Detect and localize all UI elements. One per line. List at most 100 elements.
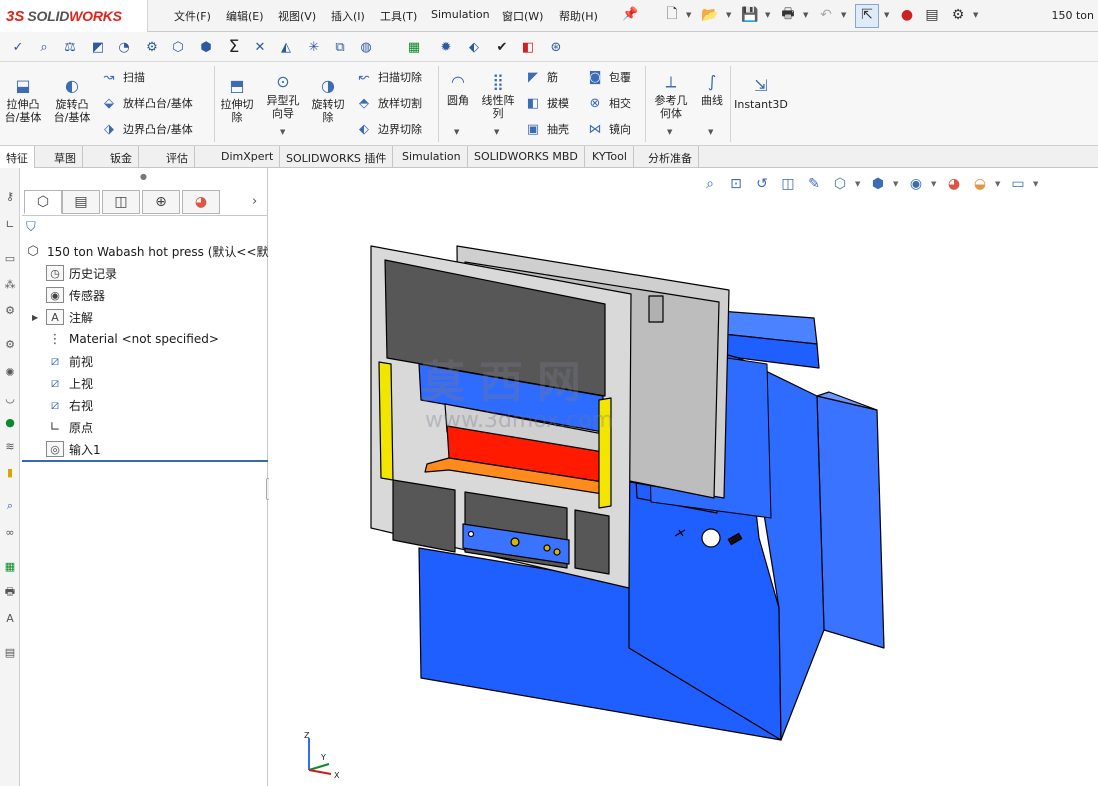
spring-icon[interactable]: ≋ xyxy=(2,438,18,454)
panel-grip-icon[interactable]: ● xyxy=(140,172,147,181)
key-icon[interactable]: ⚷ xyxy=(2,188,18,204)
strip-button[interactable] xyxy=(553,548,561,556)
mass-properties-icon[interactable]: ⚖ xyxy=(60,37,80,57)
tab-6[interactable]: Simulation xyxy=(396,146,468,168)
tree-item-sensors[interactable]: ◉ 传感器 xyxy=(46,284,105,306)
reference-geometry-button[interactable]: ⟂ 参考几 何体 xyxy=(649,70,693,120)
tree-item-material[interactable]: ⋮ Material <not specified> xyxy=(46,328,219,350)
expand-arrow-icon[interactable]: ▶ xyxy=(32,313,38,322)
mirror-button[interactable]: ⋈ 镜向 xyxy=(586,119,632,139)
compare-icon[interactable]: ⧉ xyxy=(330,37,350,57)
wrap-button[interactable]: ◙ 包覆 xyxy=(586,67,631,87)
feature-tree-tab-icon[interactable]: ⬡ xyxy=(24,190,62,214)
statistics-icon[interactable]: ⚙ xyxy=(142,37,162,57)
strip-button[interactable] xyxy=(543,544,551,552)
chevron-down-icon[interactable]: ▼ xyxy=(686,11,691,19)
menu-simulation[interactable]: Simulation xyxy=(431,8,490,21)
tab-7[interactable]: SOLIDWORKS MBD xyxy=(468,146,585,168)
revolve-boss-button[interactable]: ◐ 旋转凸 台/基体 xyxy=(50,74,94,124)
monitor-icon[interactable]: ▭ xyxy=(2,250,18,266)
instant3d-button[interactable]: ⇲ Instant3D xyxy=(734,74,788,111)
geometry-analysis-icon[interactable]: ⬢ xyxy=(196,37,216,57)
bowl-icon[interactable]: ◡ xyxy=(2,390,18,406)
interference-icon[interactable]: ✕ xyxy=(250,37,270,57)
tab-5[interactable]: SOLIDWORKS 插件 xyxy=(280,146,394,168)
strip-button[interactable] xyxy=(510,537,520,547)
extrude-boss-button[interactable]: ⬓ 拉伸凸 台/基体 xyxy=(2,74,44,124)
chevron-down-icon[interactable]: ▼ xyxy=(973,11,978,19)
parting-icon[interactable]: ⬖ xyxy=(464,37,484,57)
tree-item-right-plane[interactable]: ⧄ 右视 xyxy=(46,394,93,416)
shell-button[interactable]: ▣ 抽壳 xyxy=(524,119,569,139)
menu-edit[interactable]: 编辑(E) xyxy=(226,8,264,24)
zebra-icon[interactable]: ◍ xyxy=(356,37,376,57)
tab-8[interactable]: KYTool xyxy=(586,146,634,168)
tab-9[interactable]: 分析准备 xyxy=(642,146,699,168)
new-document-icon[interactable]: 🗋 xyxy=(662,5,682,25)
tab-0[interactable]: 特征 xyxy=(0,146,35,168)
tab-1[interactable]: 草图 xyxy=(48,146,83,168)
curves-button[interactable]: ∫ 曲线 xyxy=(696,70,728,107)
thickness-icon[interactable]: ✳ xyxy=(304,37,324,57)
design-study-icon[interactable]: ⊛ xyxy=(546,37,566,57)
symmetry-check-icon[interactable]: ◧ xyxy=(518,37,538,57)
chevron-down-icon[interactable]: ▼ xyxy=(841,11,846,19)
network-icon[interactable]: ⁂ xyxy=(2,276,18,292)
chevron-down-icon[interactable]: ▼ xyxy=(280,128,285,136)
chevron-down-icon[interactable]: ▼ xyxy=(765,11,770,19)
chevron-down-icon[interactable]: ▼ xyxy=(667,128,672,136)
hot-press-model[interactable] xyxy=(269,168,1098,786)
search-icon[interactable]: ⌕ xyxy=(2,498,18,514)
undo-icon[interactable]: ↶ xyxy=(816,5,836,25)
cog-icon[interactable]: ✺ xyxy=(2,364,18,380)
loft-button[interactable]: ⬙ 放样凸台/基体 xyxy=(100,93,193,113)
menu-tools[interactable]: 工具(T) xyxy=(380,8,417,24)
display-manager-tab-icon[interactable]: ◕ xyxy=(182,190,220,214)
chevron-down-icon[interactable]: ▼ xyxy=(454,128,459,136)
check-icon[interactable]: ⬡ xyxy=(168,37,188,57)
spell-check-icon[interactable]: ✓ xyxy=(8,37,28,57)
menu-window[interactable]: 窗口(W) xyxy=(502,8,543,24)
tree-item-front-plane[interactable]: ⧄ 前视 xyxy=(46,350,93,372)
chevron-right-icon[interactable]: › xyxy=(252,194,257,209)
sum-icon[interactable]: Σ xyxy=(224,37,244,57)
save-icon[interactable]: 💾 xyxy=(740,5,760,25)
settings-icon[interactable]: ⚙ xyxy=(2,336,18,352)
configuration-manager-tab-icon[interactable]: ◫ xyxy=(102,190,140,214)
rib-button[interactable]: ◤ 筋 xyxy=(524,67,558,87)
tree-item-top-plane[interactable]: ⧄ 上视 xyxy=(46,372,93,394)
tab-2[interactable]: 钣金 xyxy=(104,146,139,168)
check-circle-icon[interactable]: ✔ xyxy=(492,37,512,57)
table-icon[interactable]: ▦ xyxy=(2,558,18,574)
property-manager-tab-icon[interactable]: ▤ xyxy=(62,190,100,214)
menu-view[interactable]: 视图(V) xyxy=(278,8,316,24)
undercut-icon[interactable]: ✹ xyxy=(436,37,456,57)
boundary-cut-button[interactable]: ⬖ 边界切除 xyxy=(355,119,422,139)
tab-3[interactable]: 评估 xyxy=(160,146,195,168)
lofted-cut-button[interactable]: ⬘ 放样切割 xyxy=(355,93,422,113)
pin-icon[interactable]: 📌 xyxy=(622,7,638,22)
dimxpert-manager-tab-icon[interactable]: ⊕ xyxy=(142,190,180,214)
chevron-down-icon[interactable]: ▼ xyxy=(726,11,731,19)
tree-item-annotations[interactable]: ▶ A 注解 xyxy=(32,306,93,328)
chevron-down-icon[interactable]: ▼ xyxy=(884,11,889,19)
extrude-cut-button[interactable]: ⬒ 拉伸切 除 xyxy=(216,74,258,124)
plug-icon[interactable]: ▮ xyxy=(2,464,18,480)
revolve-cut-button[interactable]: ◑ 旋转切 除 xyxy=(307,74,349,124)
swept-cut-button[interactable]: ↜ 扫描切除 xyxy=(355,67,422,87)
menu-file[interactable]: 文件(F) xyxy=(174,8,211,24)
select-cursor-icon[interactable]: ⇱ xyxy=(857,5,877,25)
draft-analysis-icon[interactable]: ◭ xyxy=(276,37,296,57)
rollback-bar[interactable] xyxy=(22,460,268,462)
chevron-down-icon[interactable]: ▼ xyxy=(494,128,499,136)
chevron-down-icon[interactable]: ▼ xyxy=(708,128,713,136)
menu-insert[interactable]: 插入(I) xyxy=(331,8,365,24)
print-icon[interactable]: 🖶 xyxy=(778,5,798,25)
draft-button[interactable]: ◧ 拔模 xyxy=(524,93,569,113)
section-properties-icon[interactable]: ◩ xyxy=(88,37,108,57)
tree-item-origin[interactable]: ∟ 原点 xyxy=(46,416,93,438)
chevron-down-icon[interactable]: ▼ xyxy=(803,11,808,19)
sensor-gauge-icon[interactable]: ◔ xyxy=(114,37,134,57)
tree-item-history[interactable]: ◷ 历史记录 xyxy=(46,262,117,284)
open-icon[interactable]: 📂 xyxy=(700,5,720,25)
